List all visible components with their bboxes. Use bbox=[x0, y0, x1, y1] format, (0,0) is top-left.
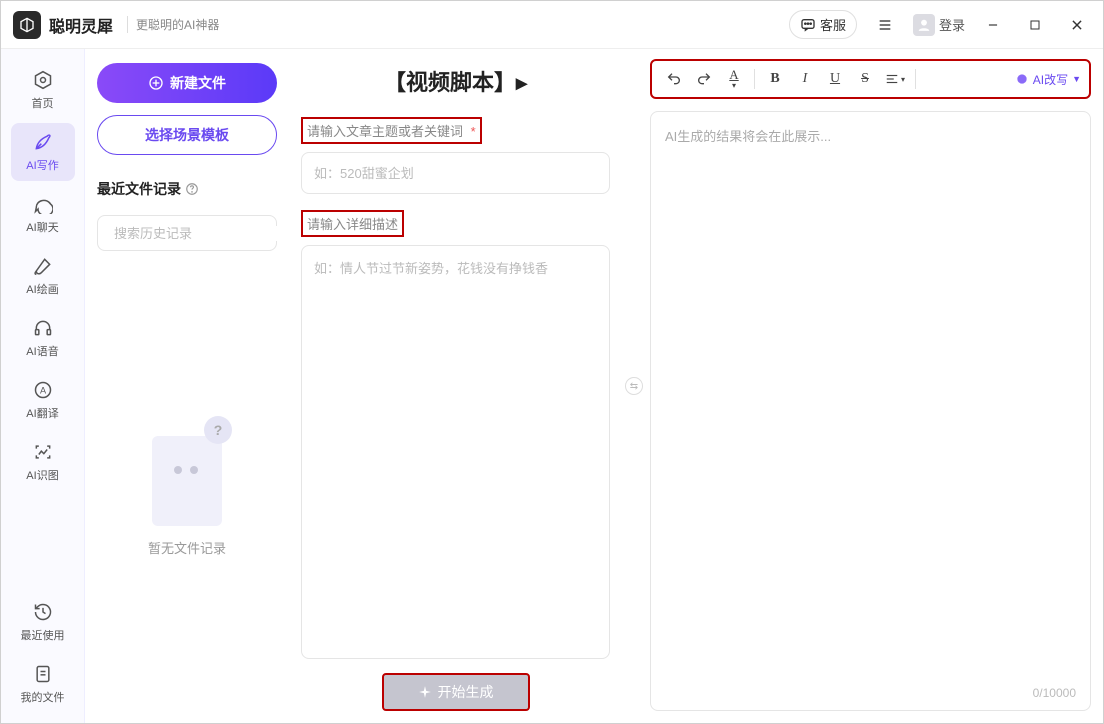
minimize-button[interactable] bbox=[979, 11, 1007, 39]
template-title-dropdown[interactable]: 【视频脚本】▸ bbox=[301, 65, 610, 97]
login-button[interactable]: 登录 bbox=[913, 14, 965, 36]
empty-label: 暂无文件记录 bbox=[148, 538, 226, 557]
align-icon bbox=[885, 72, 899, 86]
empty-state: ? 暂无文件记录 bbox=[97, 263, 277, 709]
login-label: 登录 bbox=[939, 15, 965, 34]
redo-button[interactable] bbox=[690, 65, 718, 93]
headphone-icon bbox=[32, 317, 54, 339]
sidebar-item-label: 我的文件 bbox=[21, 689, 65, 705]
sidebar-item-label: 最近使用 bbox=[21, 627, 65, 643]
right-panel: A▾ B I U S ▾ AI改写 ▼ AI生成的结果将会在此展示... 0/1… bbox=[646, 49, 1103, 723]
customer-service-label: 客服 bbox=[820, 15, 846, 34]
chat-icon bbox=[800, 17, 816, 33]
maximize-icon bbox=[1029, 19, 1041, 31]
close-icon bbox=[1070, 18, 1084, 32]
strikethrough-button[interactable]: S bbox=[851, 65, 879, 93]
generate-label: 开始生成 bbox=[438, 682, 494, 702]
search-history-input[interactable] bbox=[114, 226, 290, 241]
question-circle-icon[interactable] bbox=[185, 182, 199, 196]
chat-bubble-icon bbox=[32, 193, 54, 215]
detail-label: 请输入详细描述 bbox=[301, 210, 610, 237]
sidebar-item-ai-image[interactable]: AI识图 bbox=[11, 433, 75, 491]
sidebar-item-ai-translate[interactable]: A AI翻译 bbox=[11, 371, 75, 429]
italic-button[interactable]: I bbox=[791, 65, 819, 93]
sidebar-item-ai-voice[interactable]: AI语音 bbox=[11, 309, 75, 367]
font-color-button[interactable]: A▾ bbox=[720, 65, 748, 93]
sidebar-item-my-files[interactable]: 我的文件 bbox=[11, 655, 75, 713]
translate-icon: A bbox=[32, 379, 54, 401]
output-area[interactable]: AI生成的结果将会在此展示... 0/10000 bbox=[650, 111, 1091, 711]
new-file-label: 新建文件 bbox=[170, 73, 226, 93]
center-panel: 【视频脚本】▸ 请输入文章主题或者关键词 * 请输入详细描述 开始生成 bbox=[289, 49, 622, 723]
sidebar-item-label: 首页 bbox=[32, 95, 54, 111]
output-placeholder: AI生成的结果将会在此展示... bbox=[665, 126, 1076, 145]
main: 首页 AI写作 AI聊天 AI绘画 AI语音 A AI翻译 AI识图 bbox=[1, 49, 1103, 723]
sidebar-item-label: AI识图 bbox=[26, 467, 58, 483]
app-tagline: 更聪明的AI神器 bbox=[127, 16, 219, 33]
close-button[interactable] bbox=[1063, 11, 1091, 39]
history-icon bbox=[32, 601, 54, 623]
editor-toolbar: A▾ B I U S ▾ AI改写 ▼ bbox=[650, 59, 1091, 99]
sidebar-item-recent[interactable]: 最近使用 bbox=[11, 593, 75, 651]
recent-files-label: 最近文件记录 bbox=[97, 179, 277, 199]
select-template-label: 选择场景模板 bbox=[145, 125, 229, 145]
header-right: 客服 登录 bbox=[789, 10, 1091, 39]
undo-button[interactable] bbox=[660, 65, 688, 93]
bold-button[interactable]: B bbox=[761, 65, 789, 93]
panel-resizer[interactable]: ⇆ bbox=[622, 49, 646, 723]
header: 聪明灵犀 更聪明的AI神器 客服 登录 bbox=[1, 1, 1103, 49]
char-count: 0/10000 bbox=[1033, 686, 1076, 700]
brush-icon bbox=[32, 255, 54, 277]
search-history-box[interactable] bbox=[97, 215, 277, 251]
menu-icon bbox=[877, 17, 893, 33]
detail-textarea[interactable] bbox=[301, 245, 610, 659]
underline-button[interactable]: U bbox=[821, 65, 849, 93]
sidebar-item-home[interactable]: 首页 bbox=[11, 61, 75, 119]
file-icon bbox=[32, 663, 54, 685]
undo-icon bbox=[666, 71, 682, 87]
sidebar: 首页 AI写作 AI聊天 AI绘画 AI语音 A AI翻译 AI识图 bbox=[1, 49, 85, 723]
align-button[interactable]: ▾ bbox=[881, 65, 909, 93]
sidebar-item-label: AI聊天 bbox=[26, 219, 58, 235]
ai-rewrite-label: AI改写 bbox=[1033, 71, 1068, 88]
ai-rewrite-button[interactable]: AI改写 ▼ bbox=[1015, 71, 1081, 88]
new-file-button[interactable]: 新建文件 bbox=[97, 63, 277, 103]
select-template-button[interactable]: 选择场景模板 bbox=[97, 115, 277, 155]
avatar-icon bbox=[913, 14, 935, 36]
image-scan-icon bbox=[32, 441, 54, 463]
logo-icon bbox=[13, 11, 41, 39]
menu-button[interactable] bbox=[871, 11, 899, 39]
sidebar-item-ai-chat[interactable]: AI聊天 bbox=[11, 185, 75, 243]
sidebar-item-label: AI绘画 bbox=[26, 281, 58, 297]
logo-wrap: 聪明灵犀 更聪明的AI神器 bbox=[13, 11, 219, 39]
sidebar-item-label: AI语音 bbox=[26, 343, 58, 359]
sidebar-item-label: AI写作 bbox=[26, 157, 58, 173]
pen-icon bbox=[32, 131, 54, 153]
topic-input[interactable] bbox=[301, 152, 610, 194]
minimize-icon bbox=[986, 18, 1000, 32]
topic-label: 请输入文章主题或者关键词 * bbox=[301, 117, 610, 144]
chevron-down-icon: ▼ bbox=[1072, 74, 1081, 84]
customer-service-button[interactable]: 客服 bbox=[789, 10, 857, 39]
left-panel: 新建文件 选择场景模板 最近文件记录 ? 暂无文件记录 bbox=[85, 49, 289, 723]
sidebar-item-ai-writing[interactable]: AI写作 bbox=[11, 123, 75, 181]
generate-button[interactable]: 开始生成 bbox=[382, 673, 530, 711]
empty-illustration: ? bbox=[142, 416, 232, 526]
sidebar-item-ai-painting[interactable]: AI绘画 bbox=[11, 247, 75, 305]
home-icon bbox=[32, 69, 54, 91]
sparkle-small-icon bbox=[1015, 72, 1029, 86]
maximize-button[interactable] bbox=[1021, 11, 1049, 39]
sparkle-icon bbox=[418, 685, 432, 699]
sidebar-item-label: AI翻译 bbox=[26, 405, 58, 421]
svg-text:A: A bbox=[39, 385, 46, 395]
plus-circle-icon bbox=[148, 75, 164, 91]
redo-icon bbox=[696, 71, 712, 87]
app-name: 聪明灵犀 bbox=[49, 13, 113, 37]
resizer-handle-icon: ⇆ bbox=[625, 377, 643, 395]
